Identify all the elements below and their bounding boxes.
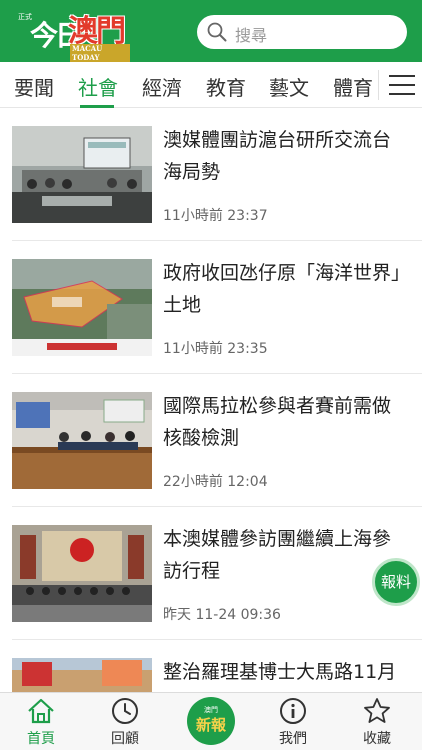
news-title: 國際馬拉松參與者賽前需做核酸檢測 <box>163 395 392 449</box>
search-placeholder: 搜尋 <box>235 26 268 45</box>
tab-sports[interactable]: 體育 <box>333 72 373 101</box>
news-thumbnail <box>12 259 152 356</box>
news-time: 11小時前 23:37 <box>163 208 268 224</box>
news-thumbnail <box>12 392 152 489</box>
search-box[interactable]: 搜尋 <box>197 15 407 49</box>
news-list: 澳媒體團訪滬台研所交流台海局勢 11小時前 23:37 政府收回氹仔原「海洋世界… <box>0 108 422 692</box>
tab-education[interactable]: 教育 <box>206 72 246 101</box>
nav-about-label: 我們 <box>279 731 307 747</box>
nav-favorites-label: 收藏 <box>363 731 391 747</box>
news-title: 整治羅理基博士大馬路11月 <box>163 661 397 683</box>
news-title: 本澳媒體參訪團繼續上海參訪行程 <box>163 528 392 582</box>
logo-english-text: MACAU TODAY <box>70 44 130 62</box>
report-news-button[interactable]: 報料 <box>372 558 420 606</box>
news-title: 澳媒體團訪滬台研所交流台海局勢 <box>163 129 392 183</box>
search-icon <box>207 22 227 42</box>
menu-divider <box>378 70 379 100</box>
hamburger-menu-icon[interactable] <box>389 75 415 95</box>
nav-review[interactable]: 回顧 <box>90 693 160 750</box>
app-logo[interactable]: 正式 今日 澳門 MACAU TODAY <box>18 6 130 62</box>
category-tabs: 要聞 社會 經濟 教育 藝文 體育 <box>0 62 422 108</box>
macau-daily-news-button[interactable]: 澳門 新報 <box>187 697 235 745</box>
news-item[interactable]: 國際馬拉松參與者賽前需做核酸檢測 22小時前 12:04 <box>0 374 422 507</box>
nav-home[interactable]: 首頁 <box>6 693 76 750</box>
star-icon <box>364 698 390 723</box>
home-icon <box>28 698 54 724</box>
news-item[interactable]: 本澳媒體參訪團繼續上海參訪行程 昨天 11-24 09:36 <box>0 507 422 640</box>
tab-headlines[interactable]: 要聞 <box>14 72 54 101</box>
app-header: 正式 今日 澳門 MACAU TODAY 搜尋 <box>0 0 422 62</box>
center-big-text: 新報 <box>195 716 226 734</box>
clock-icon <box>112 698 138 724</box>
news-title: 政府收回氹仔原「海洋世界」土地 <box>163 262 401 316</box>
nav-favorites[interactable]: 收藏 <box>342 693 412 750</box>
nav-home-label: 首頁 <box>27 731 55 747</box>
news-time: 22小時前 12:04 <box>163 474 268 490</box>
news-time: 11小時前 23:35 <box>163 341 268 357</box>
news-thumbnail <box>12 126 152 223</box>
tab-economy[interactable]: 經濟 <box>142 72 182 101</box>
news-item[interactable]: 整治羅理基博士大馬路11月 <box>0 640 422 692</box>
tab-culture[interactable]: 藝文 <box>269 72 309 101</box>
news-thumbnail <box>12 658 152 692</box>
nav-about[interactable]: 我們 <box>258 693 328 750</box>
news-item[interactable]: 澳媒體團訪滬台研所交流台海局勢 11小時前 23:37 <box>0 108 422 241</box>
tab-society[interactable]: 社會 <box>78 72 118 101</box>
news-time: 昨天 11-24 09:36 <box>163 607 281 623</box>
news-item[interactable]: 政府收回氹仔原「海洋世界」土地 11小時前 23:35 <box>0 241 422 374</box>
info-icon <box>280 698 306 724</box>
nav-review-label: 回顧 <box>111 731 139 747</box>
news-thumbnail <box>12 525 152 622</box>
bottom-nav: 首頁 回顧 澳門 新報 我們 收藏 <box>0 692 422 750</box>
